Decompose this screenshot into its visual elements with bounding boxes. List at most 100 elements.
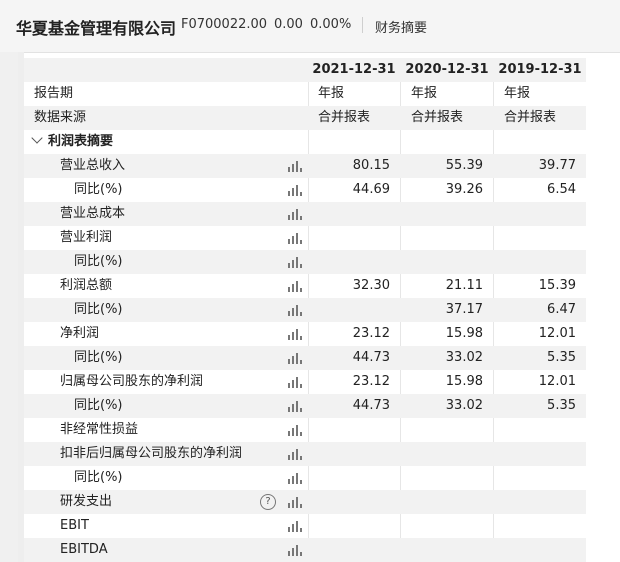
row-label-cell: 同比(%) (24, 250, 308, 274)
value-cell (494, 490, 586, 514)
price-value: 0.00 (274, 17, 303, 32)
value-cell (308, 418, 400, 442)
bar-chart-icon[interactable] (288, 184, 302, 196)
value-cell (401, 226, 493, 250)
change-percent: 0.00% (310, 17, 352, 32)
table-row: 同比(%) 44.73 33.02 5.35 (24, 394, 586, 418)
metric-label: EBIT (60, 518, 89, 533)
table-row: 归属母公司股东的净利润 23.12 15.98 12.01 (24, 370, 586, 394)
section-toggle[interactable]: 利润表摘要 (24, 130, 308, 154)
bar-chart-icon[interactable] (288, 472, 302, 484)
metric-label: 营业总成本 (60, 206, 126, 221)
value-cell: 12.01 (538, 374, 576, 389)
yoy-label: 同比(%) (74, 470, 123, 485)
metric-label: 利润总额 (60, 278, 113, 293)
value-cell (401, 250, 493, 274)
value-cell (308, 202, 400, 226)
value-cell: 33.02 (445, 398, 483, 413)
row-label-cell: 利润总额 (24, 274, 308, 298)
value-cell (308, 490, 400, 514)
row-label-cell: 营业利润 (24, 226, 308, 250)
yoy-label: 同比(%) (74, 398, 123, 413)
table-row: EBITDA (24, 538, 586, 562)
value-cell: 37.17 (445, 302, 483, 317)
value-cell (401, 466, 493, 490)
metric-label: 扣非后归属母公司股东的净利润 (60, 446, 243, 461)
bar-chart-icon[interactable] (288, 448, 302, 460)
year-header: 2021-12-31 (312, 62, 396, 77)
row-label-cell: 归属母公司股东的净利润 (24, 370, 308, 394)
company-title: 华夏基金管理有限公司 (16, 19, 177, 38)
bar-chart-icon[interactable] (288, 376, 302, 388)
value-cell: 44.73 (352, 350, 390, 365)
row-label-cell: 同比(%) (24, 178, 308, 202)
row-label-cell: 营业总成本 (24, 202, 308, 226)
bar-chart-icon[interactable] (288, 496, 302, 508)
security-code: F0700022.00 (181, 17, 268, 32)
bar-chart-icon[interactable] (288, 232, 302, 244)
metric-label: 归属母公司股东的净利润 (60, 374, 204, 389)
data-source-value: 合并报表 (411, 110, 464, 125)
value-cell: 5.35 (547, 350, 576, 365)
table-row: 同比(%) 44.73 33.02 5.35 (24, 346, 586, 370)
bar-chart-icon[interactable] (288, 280, 302, 292)
table-row: 营业总成本 (24, 202, 586, 226)
section-title: 利润表摘要 (48, 134, 114, 149)
bar-chart-icon[interactable] (288, 160, 302, 172)
tab-financial-summary[interactable]: 财务摘要 (375, 17, 427, 36)
value-cell (308, 538, 400, 562)
table-row: 利润总额 32.30 21.11 15.39 (24, 274, 586, 298)
table-row: 同比(%) (24, 250, 586, 274)
value-cell: 32.30 (352, 278, 390, 293)
bar-chart-icon[interactable] (288, 304, 302, 316)
table-row: 研发支出? (24, 490, 586, 514)
value-cell (494, 418, 586, 442)
bar-chart-icon[interactable] (288, 256, 302, 268)
row-label-cell: 研发支出? (24, 490, 308, 514)
bar-chart-icon[interactable] (288, 400, 302, 412)
yoy-label: 同比(%) (74, 302, 123, 317)
value-cell (494, 442, 586, 466)
year-header: 2019-12-31 (498, 62, 582, 77)
value-cell (308, 226, 400, 250)
report-period-value: 年报 (411, 86, 438, 101)
row-label-cell: EBIT (24, 514, 308, 538)
bar-chart-icon[interactable] (288, 352, 302, 364)
row-label-cell: EBITDA (24, 538, 308, 562)
value-cell (401, 514, 493, 538)
bar-chart-icon[interactable] (288, 424, 302, 436)
header-blank (24, 58, 308, 82)
header-divider (362, 17, 363, 33)
value-cell (401, 490, 493, 514)
row-label-cell: 同比(%) (24, 466, 308, 490)
section-header-row: 利润表摘要 (24, 130, 586, 154)
bar-chart-icon[interactable] (288, 544, 302, 556)
metric-label: 营业利润 (60, 230, 113, 245)
table-row: EBIT (24, 514, 586, 538)
value-cell (401, 442, 493, 466)
value-cell: 15.39 (538, 278, 576, 293)
value-cell (401, 202, 493, 226)
value-cell (494, 226, 586, 250)
yoy-label: 同比(%) (74, 254, 123, 269)
table-row: 非经常性损益 (24, 418, 586, 442)
value-cell: 12.01 (538, 326, 576, 341)
row-label-cell: 同比(%) (24, 394, 308, 418)
report-period-value: 年报 (504, 86, 531, 101)
metric-label: 非经常性损益 (60, 422, 139, 437)
bar-chart-icon[interactable] (288, 328, 302, 340)
metric-label: 净利润 (60, 326, 100, 341)
data-source-value: 合并报表 (318, 110, 371, 125)
bar-chart-icon[interactable] (288, 208, 302, 220)
value-cell (494, 250, 586, 274)
value-cell: 15.98 (445, 326, 483, 341)
help-icon[interactable]: ? (260, 494, 276, 510)
value-cell: 44.69 (352, 182, 390, 197)
value-cell: 6.54 (547, 182, 576, 197)
value-cell (308, 514, 400, 538)
value-cell: 55.39 (445, 158, 483, 173)
value-cell: 23.12 (352, 374, 390, 389)
data-source-value: 合并报表 (504, 110, 557, 125)
bar-chart-icon[interactable] (288, 520, 302, 532)
value-cell (308, 442, 400, 466)
